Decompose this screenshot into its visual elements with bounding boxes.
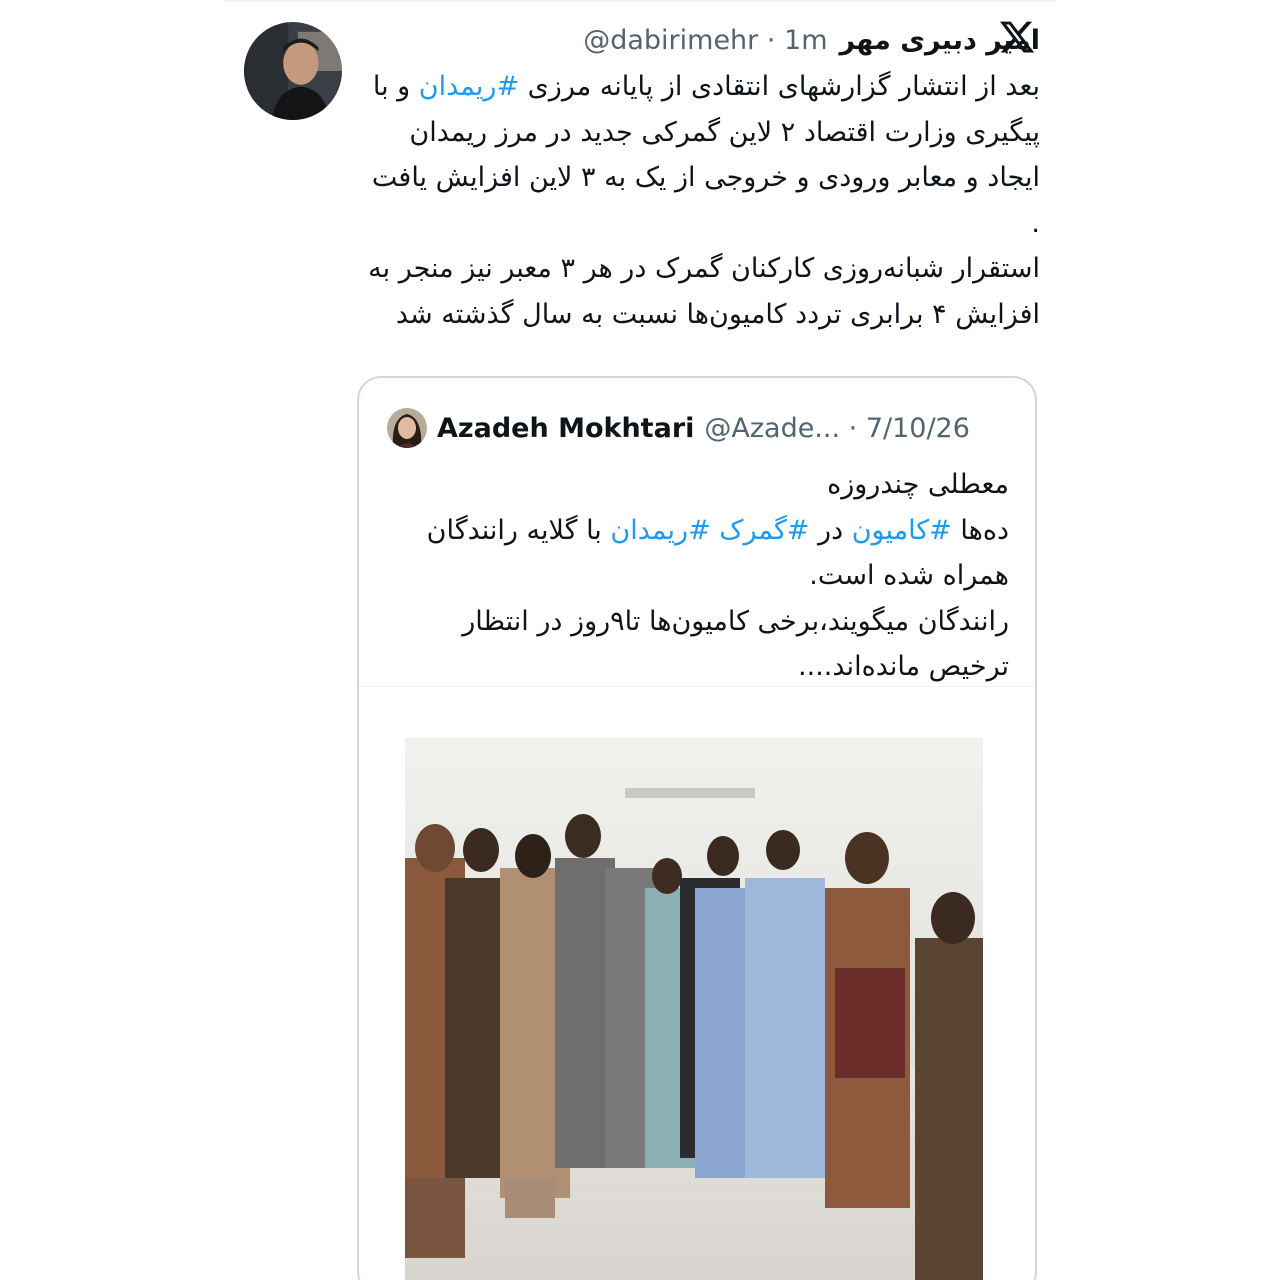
hashtag-link[interactable]: #ریمدان: [419, 71, 519, 102]
tweet-text: بعد از انتشار گزارشهای انتقادی از پایانه…: [356, 64, 1040, 337]
quoted-author-handle[interactable]: @Azade...: [704, 413, 840, 444]
top-divider: [224, 0, 1056, 2]
author-avatar[interactable]: [244, 22, 342, 120]
quoted-media-video[interactable]: [405, 738, 983, 1280]
author-handle[interactable]: @dabirimehr: [583, 25, 758, 56]
tweet-text-segment: بعد از انتشار گزارشهای انتقادی از پایانه…: [519, 71, 1040, 102]
quoted-media-divider: [359, 686, 1035, 687]
quoted-author-meta: @Azade... · 7/10/26: [704, 412, 970, 444]
tweet-header: امیر دبیری مهر @dabirimehr · 1m: [360, 20, 1040, 60]
hashtag-link[interactable]: #ریمدان: [610, 515, 710, 546]
quoted-author-avatar-image: [387, 408, 427, 448]
hashtag-link[interactable]: #گمرک: [719, 515, 809, 546]
author-avatar-image: [244, 22, 342, 120]
x-logo-icon[interactable]: [998, 18, 1036, 56]
quoted-tweet-text: معطلی چندروزه ده‌ها #کامیون در #گمرک #ری…: [379, 462, 1009, 690]
quoted-paragraph-3: رانندگان میگویند،برخی کامیون‌ها تا۹روز د…: [462, 605, 1009, 683]
quoted-author-avatar[interactable]: [387, 408, 427, 448]
tweet-paragraph-2: استقرار شبانه‌روزی کارکنان گمرک در هر ۳ …: [368, 253, 1040, 330]
crowd-photo-image: [405, 738, 983, 1280]
quoted-paragraph-1: معطلی چندروزه: [827, 469, 1009, 500]
hashtag-link[interactable]: #کامیون: [852, 515, 952, 546]
quoted-text-segment: در: [809, 514, 852, 546]
author-meta: @dabirimehr · 1m: [583, 24, 828, 56]
quoted-tweet-card[interactable]: Azadeh Mokhtari @Azade... · 7/10/26 معطل…: [357, 376, 1037, 1280]
quoted-tweet-header: Azadeh Mokhtari @Azade... · 7/10/26: [387, 408, 970, 448]
quoted-text-segment: ده‌ها: [951, 514, 1009, 546]
quoted-tweet-date[interactable]: 7/10/26: [866, 413, 970, 444]
tweet-paragraph-1: بعد از انتشار گزارشهای انتقادی از پایانه…: [356, 64, 1040, 246]
quoted-text-segment: [711, 515, 720, 546]
tweet-timestamp[interactable]: 1m: [784, 25, 827, 56]
quoted-paragraph-2: ده‌ها #کامیون در #گمرک #ریمدان با گلایه …: [379, 508, 1009, 599]
quoted-author-name[interactable]: Azadeh Mokhtari: [437, 413, 694, 444]
